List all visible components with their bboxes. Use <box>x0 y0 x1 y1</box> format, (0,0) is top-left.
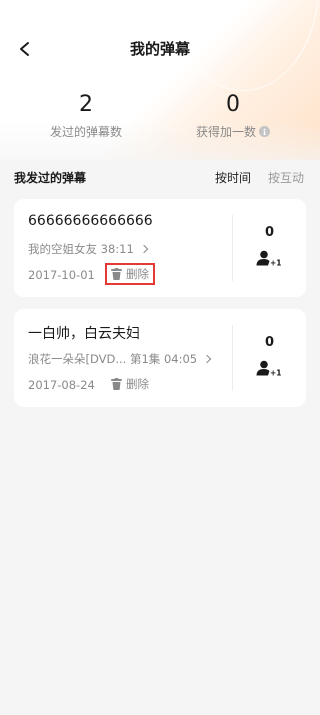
plus-one-button[interactable]: +1 <box>255 249 285 267</box>
tab-sort-by-interaction[interactable]: 按互动 <box>268 169 304 186</box>
danmaku-text: 66666666666666 <box>28 213 153 229</box>
danmaku-date: 2017-10-01 <box>28 268 95 282</box>
plus-one-label: +1 <box>270 259 282 267</box>
danmaku-source-link[interactable]: 浪花一朵朵[DVD... 第1集 04:05 <box>28 351 212 367</box>
danmaku-source-text: 我的空姐女友 38:11 <box>28 242 134 256</box>
delete-label: 删除 <box>126 267 149 281</box>
user-plus-one-icon: +1 <box>256 360 282 377</box>
stat-sent-label: 发过的弹幕数 <box>50 123 122 140</box>
danmaku-card: 66666666666666 我的空姐女友 38:11 2017-10-01 删… <box>14 199 306 297</box>
trash-icon <box>111 378 122 390</box>
danmaku-source-text: 浪花一朵朵[DVD... 第1集 04:05 <box>28 352 198 366</box>
chevron-right-icon <box>202 354 212 364</box>
plus-one-count: 0 <box>264 335 275 350</box>
chevron-right-icon <box>139 244 149 254</box>
stat-likes-label: 获得加一数 i <box>196 123 270 140</box>
stat-sent-label-text: 发过的弹幕数 <box>49 125 122 139</box>
stat-likes-label-text: 获得加一数 <box>195 125 256 139</box>
page-title: 我的弹幕 <box>129 40 190 58</box>
plus-one-button[interactable]: +1 <box>255 359 285 377</box>
danmaku-text: 一白帅，白云夫妇 <box>28 326 140 342</box>
stat-sent-value: 2 <box>79 92 93 117</box>
info-icon[interactable]: i <box>259 126 270 137</box>
stat-sent: 2 发过的弹幕数 <box>6 93 166 140</box>
trash-icon <box>111 268 122 280</box>
delete-button[interactable]: 删除 <box>105 263 155 285</box>
tab-sort-by-time[interactable]: 按时间 <box>215 169 251 186</box>
delete-button[interactable]: 删除 <box>107 375 153 393</box>
danmaku-date: 2017-08-24 <box>28 378 95 392</box>
danmaku-source-link[interactable]: 我的空姐女友 38:11 <box>28 241 149 257</box>
plus-one-count: 0 <box>264 225 275 240</box>
section-title: 我发过的弹幕 <box>14 171 87 185</box>
stat-likes: 0 获得加一数 i <box>153 93 313 140</box>
danmaku-card: 一白帅，白云夫妇 浪花一朵朵[DVD... 第1集 04:05 2017-08-… <box>14 309 306 407</box>
delete-label: 删除 <box>126 377 149 391</box>
stat-likes-value: 0 <box>226 92 240 117</box>
plus-one-label: +1 <box>270 369 282 377</box>
user-plus-one-icon: +1 <box>256 250 282 267</box>
